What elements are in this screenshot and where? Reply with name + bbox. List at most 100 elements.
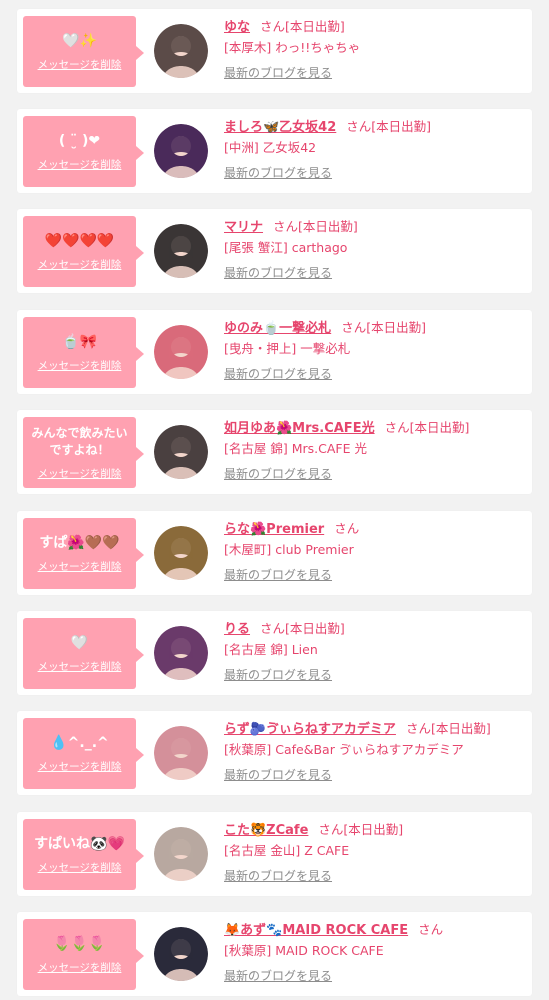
avatar-photo-icon xyxy=(154,325,208,379)
favorite-card: ❤️❤️❤️❤️ メッセージを削除 マリナ さん[本日出勤] [尾張 蟹江] carth… xyxy=(17,209,532,293)
message-text: すぱいね🐼💗 xyxy=(34,835,125,852)
shop-label: [中洲] 乙女坂42 xyxy=(224,140,317,155)
cast-name-link[interactable]: らな🌺Premier xyxy=(224,522,324,537)
message-bubble: すぱいね🐼💗 メッセージを削除 xyxy=(23,819,144,890)
shop-label: [名古屋 錦] Mrs.CAFE 光 xyxy=(224,441,367,456)
avatar-photo-icon xyxy=(154,425,208,479)
latest-blog-link[interactable]: 最新のブログを見る xyxy=(224,566,332,583)
message-bubble: 🌷🌷🌷 メッセージを削除 xyxy=(23,919,144,990)
delete-message-link[interactable]: メッセージを削除 xyxy=(38,960,122,975)
shop-label: [曳舟・押上] 一撃必札 xyxy=(224,341,351,356)
honorific: さん xyxy=(384,420,410,435)
avatar-photo-icon xyxy=(154,24,208,78)
latest-blog-link[interactable]: 最新のブログを見る xyxy=(224,365,332,382)
latest-blog-link[interactable]: 最新のブログを見る xyxy=(224,64,332,81)
avatar[interactable] xyxy=(154,224,208,278)
shop-label: [名古屋 錦] Lien xyxy=(224,642,318,657)
latest-blog-link[interactable]: 最新のブログを見る xyxy=(224,164,332,181)
cast-info: マリナ さん[本日出勤] [尾張 蟹江] carthago 最新のブログを見る xyxy=(224,216,524,281)
cast-info: りる さん[本日出勤] [名古屋 錦] Lien 最新のブログを見る xyxy=(224,618,524,683)
latest-blog-link[interactable]: 最新のブログを見る xyxy=(224,967,332,984)
favorite-card: 🍵🎀 メッセージを削除 ゆのみ🍵一撃必札 さん[本日出勤] [曳舟・押上] 一撃必札 最新… xyxy=(17,310,532,394)
cast-info: らず🫐ゔぃらねすアカデミア さん[本日出勤] [秋葉原] Cafe&Bar ゔぃらね… xyxy=(224,718,524,783)
cast-name-link[interactable]: りる xyxy=(224,622,250,637)
favorite-card: 🤍 メッセージを削除 りる さん[本日出勤] [名古屋 錦] Lien 最新のブログを見る xyxy=(17,611,532,695)
message-text: みんなで飲みたい ですよね！ xyxy=(31,425,128,457)
message-text: 🌷🌷🌷 xyxy=(53,935,106,952)
attendance-status: [本日出勤] xyxy=(366,320,426,335)
avatar-photo-icon xyxy=(154,626,208,680)
latest-blog-link[interactable]: 最新のブログを見る xyxy=(224,264,332,281)
cast-name-link[interactable]: マリナ xyxy=(224,220,263,235)
message-bubble: 🤍✨ メッセージを削除 xyxy=(23,16,144,87)
attendance-status: [本日出勤] xyxy=(298,219,358,234)
latest-blog-link[interactable]: 最新のブログを見る xyxy=(224,465,332,482)
shop-label: [名古屋 金山] Z CAFE xyxy=(224,843,350,858)
delete-message-link[interactable]: メッセージを削除 xyxy=(38,358,122,373)
delete-message-link[interactable]: メッセージを削除 xyxy=(38,57,122,72)
message-bubble: 💧^._.^ メッセージを削除 xyxy=(23,718,144,789)
avatar[interactable] xyxy=(154,425,208,479)
avatar[interactable] xyxy=(154,325,208,379)
avatar-photo-icon xyxy=(154,224,208,278)
favorite-card: 🤍✨ メッセージを削除 ゆな さん[本日出勤] [本厚木] わっ!!ちゃちゃ 最新のブログ… xyxy=(17,9,532,93)
honorific: さん xyxy=(273,219,299,234)
attendance-status: [本日出勤] xyxy=(343,822,404,837)
shop-label: [尾張 蟹江] carthago xyxy=(224,240,348,255)
message-text: ( ¨̮ )❤ xyxy=(58,132,101,149)
latest-blog-link[interactable]: 最新のブログを見る xyxy=(224,867,332,884)
cast-name-link[interactable]: 如月ゆあ🌺Mrs.CAFE光 xyxy=(224,421,375,436)
avatar-photo-icon xyxy=(154,726,208,780)
shop-label: [秋葉原] MAID ROCK CAFE xyxy=(224,943,384,958)
cast-name-link[interactable]: ゆのみ🍵一撃必札 xyxy=(224,321,331,336)
cast-info: こた🐯ZCafe さん[本日出勤] [名古屋 金山] Z CAFE 最新のブログを見る xyxy=(224,819,524,884)
avatar-photo-icon xyxy=(154,827,208,881)
delete-message-link[interactable]: メッセージを削除 xyxy=(38,659,122,674)
avatar-photo-icon xyxy=(154,526,208,580)
avatar[interactable] xyxy=(154,827,208,881)
favorite-card: 🌷🌷🌷 メッセージを削除 🦊あず🐾MAID ROCK CAFE さん [秋葉原] MAI… xyxy=(17,912,532,996)
attendance-status: [本日出勤] xyxy=(285,19,345,34)
avatar[interactable] xyxy=(154,526,208,580)
delete-message-link[interactable]: メッセージを削除 xyxy=(38,759,122,774)
message-text: 🤍✨ xyxy=(62,32,97,49)
favorite-card: 💧^._.^ メッセージを削除 らず🫐ゔぃらねすアカデミア さん[本日出勤] [秋葉原]… xyxy=(17,711,532,795)
avatar[interactable] xyxy=(154,927,208,981)
delete-message-link[interactable]: メッセージを削除 xyxy=(38,257,122,272)
honorific: さん xyxy=(341,320,367,335)
latest-blog-link[interactable]: 最新のブログを見る xyxy=(224,666,332,683)
message-bubble: 🍵🎀 メッセージを削除 xyxy=(23,317,144,388)
avatar-photo-icon xyxy=(154,927,208,981)
honorific: さん xyxy=(418,922,444,937)
honorific: さん xyxy=(334,521,360,536)
favorite-card: すぱ🌺🤎🤎 メッセージを削除 らな🌺Premier さん [木屋町] club Prem… xyxy=(17,511,532,595)
avatar[interactable] xyxy=(154,124,208,178)
honorific: さん xyxy=(260,19,286,34)
message-text: 🍵🎀 xyxy=(62,333,97,350)
shop-label: [秋葉原] Cafe&Bar ゔぃらねすアカデミア xyxy=(224,742,464,757)
avatar[interactable] xyxy=(154,24,208,78)
delete-message-link[interactable]: メッセージを削除 xyxy=(38,157,122,172)
avatar[interactable] xyxy=(154,726,208,780)
cast-info: ゆな さん[本日出勤] [本厚木] わっ!!ちゃちゃ 最新のブログを見る xyxy=(224,16,524,81)
favorite-card: ( ¨̮ )❤ メッセージを削除 ましろ🦋乙女坂42 さん[本日出勤] [中洲] 乙女坂… xyxy=(17,109,532,193)
delete-message-link[interactable]: メッセージを削除 xyxy=(38,860,122,875)
latest-blog-link[interactable]: 最新のブログを見る xyxy=(224,766,332,783)
message-bubble: 🤍 メッセージを削除 xyxy=(23,618,144,689)
delete-message-link[interactable]: メッセージを削除 xyxy=(38,466,122,481)
cast-info: ゆのみ🍵一撃必札 さん[本日出勤] [曳舟・押上] 一撃必札 最新のブログを見る xyxy=(224,317,524,382)
cast-name-link[interactable]: ましろ🦋乙女坂42 xyxy=(224,120,336,135)
cast-name-link[interactable]: らず🫐ゔぃらねすアカデミア xyxy=(224,722,396,737)
message-bubble: ❤️❤️❤️❤️ メッセージを削除 xyxy=(23,216,144,287)
avatar[interactable] xyxy=(154,626,208,680)
delete-message-link[interactable]: メッセージを削除 xyxy=(38,559,122,574)
message-text: 💧^._.^ xyxy=(50,734,109,751)
cast-name-link[interactable]: ゆな xyxy=(224,20,250,35)
message-bubble: ( ¨̮ )❤ メッセージを削除 xyxy=(23,116,144,187)
favorites-list: 🤍✨ メッセージを削除 ゆな さん[本日出勤] [本厚木] わっ!!ちゃちゃ 最新のブログ… xyxy=(0,0,549,1000)
shop-label: [木屋町] club Premier xyxy=(224,542,354,557)
cast-name-link[interactable]: 🦊あず🐾MAID ROCK CAFE xyxy=(224,923,408,938)
favorite-card: みんなで飲みたい ですよね！ メッセージを削除 如月ゆあ🌺Mrs.CAFE光 さん[本… xyxy=(17,410,532,494)
honorific: さん xyxy=(260,621,286,636)
cast-name-link[interactable]: こた🐯ZCafe xyxy=(224,823,308,838)
